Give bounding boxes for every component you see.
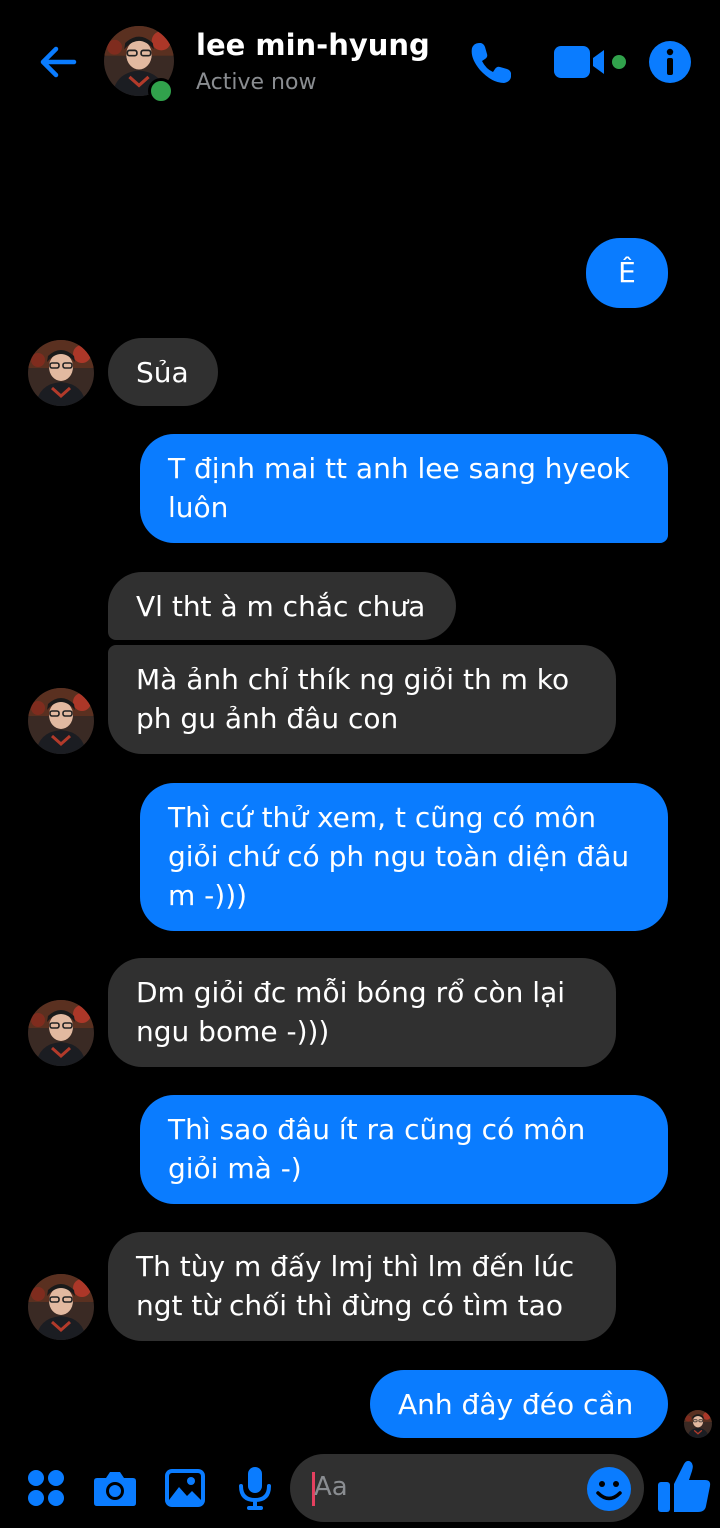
message-received[interactable]: Mà ảnh chỉ thík ng giỏi th m ko ph gu ản… xyxy=(108,645,616,754)
message-sent[interactable]: Thì sao đâu ít ra cũng có môn giỏi mà -) xyxy=(140,1095,668,1204)
message-received[interactable]: Dm giỏi đc mỗi bóng rổ còn lại ngu bome … xyxy=(108,958,616,1067)
message-sent[interactable]: Thì cứ thử xem, t cũng có môn giỏi chứ c… xyxy=(140,783,668,931)
message-sent[interactable]: Ê xyxy=(586,238,668,308)
message-sent[interactable]: Anh đây đéo cần xyxy=(370,1370,668,1438)
message-sent[interactable]: T định mai tt anh lee sang hyeok luôn xyxy=(140,434,668,543)
contact-name[interactable]: lee min-hyung xyxy=(196,28,430,62)
message-avatar[interactable] xyxy=(28,1000,94,1066)
back-arrow-icon[interactable] xyxy=(34,38,82,86)
emoji-icon[interactable] xyxy=(586,1466,632,1512)
message-input[interactable]: Aa xyxy=(290,1454,644,1522)
camera-icon[interactable] xyxy=(93,1468,137,1508)
info-icon[interactable] xyxy=(648,40,692,84)
input-placeholder: Aa xyxy=(314,1472,348,1502)
gallery-icon[interactable] xyxy=(164,1468,206,1508)
chat-header: lee min-hyung Active now xyxy=(0,0,720,125)
seen-indicator-avatar xyxy=(684,1410,712,1438)
message-received[interactable]: Sủa xyxy=(108,338,218,406)
thumbs-up-icon[interactable] xyxy=(656,1458,712,1514)
online-status-dot xyxy=(148,78,174,104)
video-active-dot xyxy=(612,55,626,69)
message-avatar[interactable] xyxy=(28,340,94,406)
message-avatar[interactable] xyxy=(28,1274,94,1340)
message-received[interactable]: Th tùy m đấy lmj thì lm đến lúc ngt từ c… xyxy=(108,1232,616,1341)
apps-grid-icon[interactable] xyxy=(26,1468,66,1508)
message-composer: Aa xyxy=(0,1448,720,1528)
message-received[interactable]: Vl tht à m chắc chưa xyxy=(108,572,456,640)
phone-icon[interactable] xyxy=(466,38,516,88)
message-avatar[interactable] xyxy=(28,688,94,754)
active-status: Active now xyxy=(196,70,317,95)
video-camera-icon[interactable] xyxy=(552,42,614,82)
microphone-icon[interactable] xyxy=(238,1466,272,1510)
